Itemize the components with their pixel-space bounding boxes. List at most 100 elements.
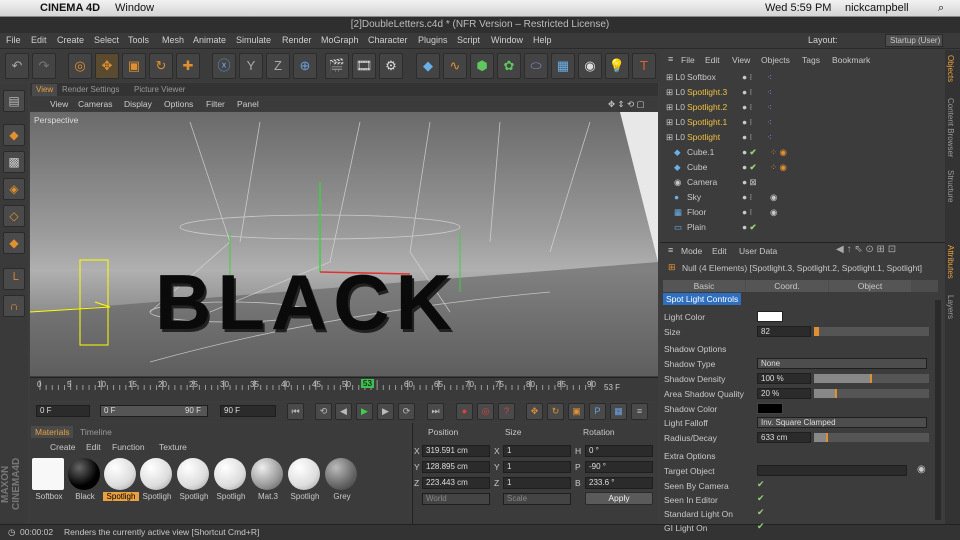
seen-in-editor-checkbox[interactable]: ✔: [757, 493, 765, 504]
tag-icon[interactable]: ⁖: [767, 70, 772, 85]
obj-menu-tags[interactable]: Tags: [802, 55, 820, 65]
tab-basic[interactable]: Basic: [663, 280, 745, 292]
object-row[interactable]: ⊞ L0 Spotlight.1 ● ⁝ ⁖: [662, 115, 944, 130]
area-shadow-quality-field[interactable]: 20 %: [757, 388, 811, 399]
texture-mode-icon[interactable]: ▩: [3, 151, 25, 173]
tab-object[interactable]: Object: [829, 280, 911, 292]
previous-frame-icon[interactable]: ◀: [335, 403, 352, 420]
obj-menu-edit[interactable]: Edit: [705, 55, 720, 65]
layout-select[interactable]: Startup (User): [885, 34, 943, 47]
undo-icon[interactable]: ↶: [5, 53, 29, 79]
position-x-field[interactable]: 319.591 cm: [422, 445, 490, 457]
viewport-navigation-icons[interactable]: ✥ ⇕ ⟲ ▢: [608, 99, 644, 110]
visibility-dots[interactable]: ● ✔: [742, 160, 757, 175]
timeline-menu-icon[interactable]: ≡: [631, 403, 648, 420]
menu-script[interactable]: Script: [457, 35, 480, 45]
radius-decay-slider[interactable]: [814, 433, 929, 442]
move-tool-icon[interactable]: ✥: [95, 53, 119, 79]
previous-key-icon[interactable]: ⟲: [315, 403, 332, 420]
material-swatch[interactable]: [214, 458, 248, 492]
z-axis-lock-icon[interactable]: Z: [266, 53, 290, 79]
object-row[interactable]: ◉ Camera ● ⊠: [662, 175, 944, 190]
obj-menu-icon[interactable]: ≡: [668, 54, 673, 64]
obj-menu-file[interactable]: File: [681, 55, 695, 65]
menu-animate[interactable]: Animate: [193, 35, 226, 45]
visibility-dots[interactable]: ● ⁝: [742, 100, 752, 115]
rotation-h-field[interactable]: 0 °: [585, 445, 653, 457]
object-row[interactable]: ⊞ L0 Spotlight.3 ● ⁝ ⁖: [662, 85, 944, 100]
attr-menu-mode[interactable]: Mode: [681, 246, 702, 256]
render-settings-icon[interactable]: ⚙: [379, 53, 403, 79]
material-swatch[interactable]: [32, 458, 66, 492]
key-parameter-icon[interactable]: P: [589, 403, 606, 420]
vp-menu-options[interactable]: Options: [164, 99, 193, 109]
tab-render-settings[interactable]: Render Settings: [58, 84, 123, 96]
material-swatch[interactable]: [140, 458, 174, 492]
go-to-end-icon[interactable]: ⏭: [427, 403, 444, 420]
texture-tag-icon[interactable]: ⁘ ◉: [770, 145, 787, 160]
rotation-b-field[interactable]: 233.6 °: [585, 477, 653, 489]
seen-by-camera-checkbox[interactable]: ✔: [757, 479, 765, 490]
render-picture-viewer-icon[interactable]: 🎞: [352, 53, 376, 79]
cube-primitive-icon[interactable]: ◆: [416, 53, 440, 79]
go-to-start-icon[interactable]: ⏮: [287, 403, 304, 420]
keyframe-selection-icon[interactable]: ?: [498, 403, 515, 420]
visibility-dots[interactable]: ● ✔: [742, 220, 757, 235]
material-swatch[interactable]: [177, 458, 211, 492]
tag-icon[interactable]: T: [632, 53, 656, 79]
app-menu[interactable]: CINEMA 4D: [40, 2, 100, 14]
redo-icon[interactable]: ↷: [32, 53, 56, 79]
menu-mograph[interactable]: MoGraph: [321, 35, 359, 45]
obj-menu-bookmark[interactable]: Bookmark: [832, 55, 870, 65]
axis-mode-icon[interactable]: └: [3, 268, 25, 290]
points-mode-icon[interactable]: ◈: [3, 178, 25, 200]
menu-character[interactable]: Character: [368, 35, 408, 45]
texture-tag-icon[interactable]: ◉: [770, 205, 777, 220]
world-select[interactable]: World: [422, 493, 490, 505]
mat-menu-edit[interactable]: Edit: [86, 442, 101, 452]
tab-coord[interactable]: Coord.: [746, 280, 828, 292]
menu-file[interactable]: File: [6, 35, 21, 45]
rotation-p-field[interactable]: -90 °: [585, 461, 653, 473]
object-row[interactable]: ⊞ L0 Softbox ● ⁝ ⁖: [662, 70, 944, 85]
next-frame-icon[interactable]: ▶: [377, 403, 394, 420]
material-swatch[interactable]: [68, 458, 102, 492]
position-z-field[interactable]: 223.443 cm: [422, 477, 490, 489]
visibility-dots[interactable]: ● ⁝: [742, 115, 752, 130]
menu-help[interactable]: Help: [533, 35, 552, 45]
visibility-dots[interactable]: ● ⊠: [742, 175, 757, 190]
key-position-icon[interactable]: ✥: [526, 403, 543, 420]
tab-view[interactable]: View: [32, 84, 58, 96]
apply-button[interactable]: Apply: [585, 492, 653, 505]
light-falloff-select[interactable]: Inv. Square Clamped: [757, 417, 927, 428]
x-axis-lock-icon[interactable]: ⓧ: [212, 53, 236, 79]
attr-menu-edit[interactable]: Edit: [712, 246, 727, 256]
size-z-field[interactable]: 1: [503, 477, 571, 489]
menu-select[interactable]: Select: [94, 35, 119, 45]
vp-menu-view[interactable]: View: [50, 99, 68, 109]
light-color-swatch[interactable]: [757, 311, 783, 322]
texture-tag-icon[interactable]: ⁘ ◉: [770, 160, 787, 175]
menu-simulate[interactable]: Simulate: [236, 35, 271, 45]
side-tab-objects[interactable]: Objects: [946, 55, 955, 82]
shadow-density-field[interactable]: 100 %: [757, 373, 811, 384]
make-editable-icon[interactable]: ▤: [3, 90, 25, 112]
autokey-icon[interactable]: ◎: [477, 403, 494, 420]
menu-render[interactable]: Render: [282, 35, 312, 45]
play-icon[interactable]: ▶: [356, 403, 373, 420]
obj-menu-objects[interactable]: Objects: [761, 55, 790, 65]
polygons-mode-icon[interactable]: ◆: [3, 232, 25, 254]
end-frame-field[interactable]: 90 F: [220, 405, 276, 417]
recent-tools-icon[interactable]: ✚: [176, 53, 200, 79]
tab-spot-light-controls[interactable]: Spot Light Controls: [663, 293, 742, 305]
attr-nav-icons[interactable]: ◀ ↑ ⇖ ⊙ ⊞ ⊡: [836, 244, 896, 255]
visibility-dots[interactable]: ● ⁝: [742, 130, 752, 145]
vp-menu-filter[interactable]: Filter: [206, 99, 225, 109]
render-view-icon[interactable]: 🎬: [325, 53, 349, 79]
mat-menu-function[interactable]: Function: [112, 442, 145, 452]
coordinate-system-icon[interactable]: ⊕: [293, 53, 317, 79]
y-axis-lock-icon[interactable]: Y: [239, 53, 263, 79]
live-selection-icon[interactable]: ◎: [68, 53, 92, 79]
visibility-dots[interactable]: ● ⁝: [742, 85, 752, 100]
object-row[interactable]: ▭ Plain ● ✔: [662, 220, 944, 235]
